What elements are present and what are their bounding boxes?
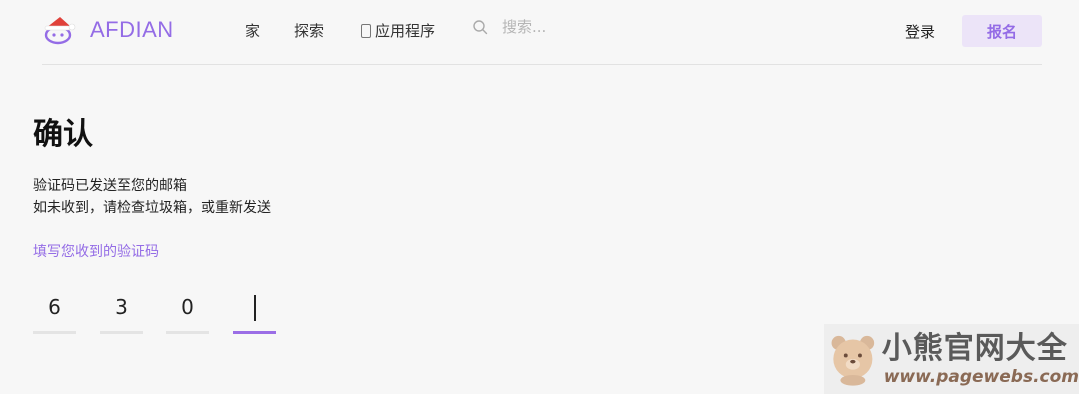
code-underline [33, 331, 76, 334]
watermark-name: 小熊官网大全 [881, 331, 1068, 366]
code-digit-3: 0 [181, 295, 194, 319]
logo-icon [44, 17, 76, 45]
search-bar [472, 18, 682, 36]
code-digit-1: 6 [48, 295, 61, 319]
nav-explore[interactable]: 探索 [294, 20, 324, 42]
code-digit-2: 3 [115, 295, 128, 319]
code-digit-box-3[interactable]: 0 [166, 290, 209, 334]
brand-logo[interactable]: AFDIAN [40, 14, 174, 46]
code-digit-box-2[interactable]: 3 [100, 290, 143, 334]
nav-app-label: 应用程序 [375, 22, 436, 40]
page-title: 确认 [33, 117, 93, 152]
nav-app[interactable]: 应用程序 [361, 20, 435, 42]
text-caret [254, 295, 256, 321]
header-divider [42, 64, 1042, 65]
code-underline [100, 331, 143, 334]
description-line-1: 验证码已发送至您的邮箱 [33, 178, 187, 194]
nav-home[interactable]: 家 [245, 20, 260, 42]
bear-icon [831, 335, 875, 386]
description-line-2: 如未收到，请检查垃圾箱，或重新发送 [33, 200, 271, 216]
watermark-url: www.pagewebs.com [883, 367, 1079, 387]
search-input[interactable] [502, 18, 682, 36]
code-prompt: 填写您收到的验证码 [33, 244, 159, 260]
code-digit-box-1[interactable]: 6 [33, 290, 76, 334]
watermark: 小熊官网大全 www.pagewebs.com [824, 324, 1079, 394]
code-underline [166, 331, 209, 334]
signup-button[interactable]: 报名 [962, 15, 1042, 47]
login-link[interactable]: 登录 [905, 21, 935, 43]
top-header: AFDIAN 家 探索 应用程序 登录 报名 [0, 0, 1079, 64]
code-digit-box-4[interactable] [233, 290, 276, 334]
brand-name: AFDIAN [90, 17, 174, 42]
phone-icon [361, 24, 371, 38]
code-underline-active [233, 331, 276, 334]
search-icon [473, 20, 488, 35]
